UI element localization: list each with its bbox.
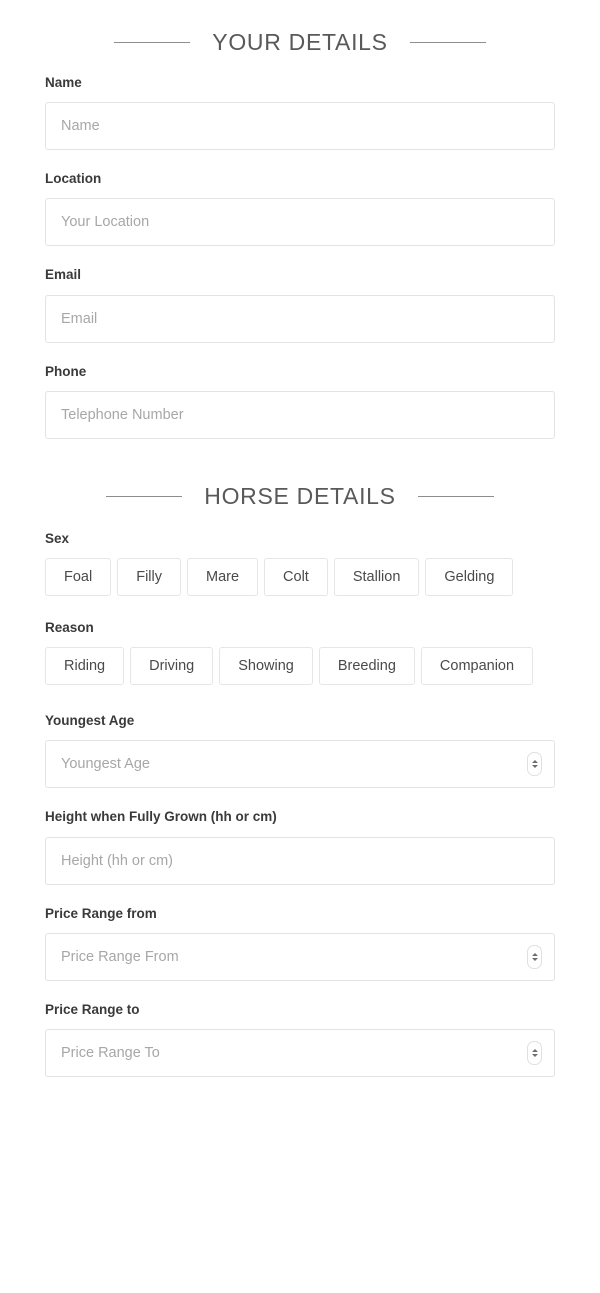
reason-option-breeding[interactable]: Breeding (318, 647, 415, 686)
chevron-down-icon[interactable] (531, 1053, 538, 1057)
reason-option-driving[interactable]: Driving (130, 647, 214, 686)
label-location: Location (45, 171, 102, 187)
sex-option-foal[interactable]: Foal (45, 557, 112, 596)
section-header-your-details: YOUR DETAILS (45, 0, 555, 54)
section-title-horse-details: HORSE DETAILS (204, 482, 396, 509)
enquiry-form-page: YOUR DETAILS Name Location Email Phone H… (0, 0, 600, 1293)
heading-rule-right (409, 42, 486, 43)
sex-option-stallion[interactable]: Stallion (333, 557, 420, 596)
label-youngest-age: Youngest Age (45, 713, 135, 729)
youngest-age-input[interactable] (45, 740, 555, 789)
label-height: Height when Fully Grown (hh or cm) (45, 809, 277, 825)
name-input[interactable] (45, 102, 555, 151)
reason-option-showing[interactable]: Showing (219, 647, 313, 686)
reason-option-companion[interactable]: Companion (420, 647, 534, 686)
field-reason: Reason Riding Driving Showing Breeding C… (45, 596, 555, 686)
chevron-up-icon[interactable] (531, 952, 538, 956)
email-input[interactable] (45, 294, 555, 343)
field-name: Name (45, 54, 555, 151)
label-price-from: Price Range from (45, 905, 157, 921)
field-height: Height when Fully Grown (hh or cm) (45, 788, 555, 885)
label-phone: Phone (45, 363, 87, 379)
field-youngest-age: Youngest Age (45, 685, 555, 789)
label-reason: Reason (45, 619, 94, 635)
sex-option-gelding[interactable]: Gelding (425, 557, 514, 596)
sex-option-group: Foal Filly Mare Colt Stallion Gelding (45, 557, 555, 596)
label-price-to: Price Range to (45, 1001, 140, 1017)
field-phone: Phone (45, 343, 555, 439)
heading-rule-right (417, 495, 494, 497)
price-from-stepper[interactable] (527, 944, 542, 969)
field-price-to: Price Range to (45, 981, 555, 1077)
chevron-up-icon[interactable] (531, 1048, 538, 1052)
field-price-from: Price Range from (45, 885, 555, 981)
sex-option-mare[interactable]: Mare (187, 557, 259, 596)
label-name: Name (45, 75, 82, 90)
heading-rule-left (106, 495, 183, 497)
location-input[interactable] (45, 198, 555, 247)
price-from-wrap (45, 932, 555, 981)
enquiry-form: YOUR DETAILS Name Location Email Phone H… (0, 0, 600, 1077)
price-to-stepper[interactable] (527, 1040, 542, 1065)
price-from-input[interactable] (45, 932, 555, 981)
chevron-down-icon[interactable] (531, 957, 538, 961)
label-email: Email (45, 267, 82, 283)
youngest-age-stepper[interactable] (527, 752, 542, 777)
youngest-age-wrap (45, 740, 555, 789)
reason-option-riding[interactable]: Riding (45, 647, 125, 686)
price-to-input[interactable] (45, 1028, 555, 1077)
sex-option-colt[interactable]: Colt (264, 557, 328, 596)
reason-option-group: Riding Driving Showing Breeding Companio… (45, 647, 555, 686)
field-location: Location (45, 150, 555, 247)
sex-option-filly[interactable]: Filly (117, 557, 181, 596)
heading-rule-left (114, 42, 191, 43)
phone-input[interactable] (45, 390, 555, 439)
price-to-wrap (45, 1028, 555, 1077)
field-sex: Sex Foal Filly Mare Colt Stallion Geldin… (45, 508, 555, 596)
section-header-horse-details: HORSE DETAILS (45, 439, 555, 508)
section-title-your-details: YOUR DETAILS (212, 29, 388, 55)
height-input[interactable] (45, 836, 555, 885)
chevron-down-icon[interactable] (531, 765, 538, 769)
field-email: Email (45, 246, 555, 343)
label-sex: Sex (45, 530, 70, 546)
chevron-up-icon[interactable] (531, 760, 538, 764)
